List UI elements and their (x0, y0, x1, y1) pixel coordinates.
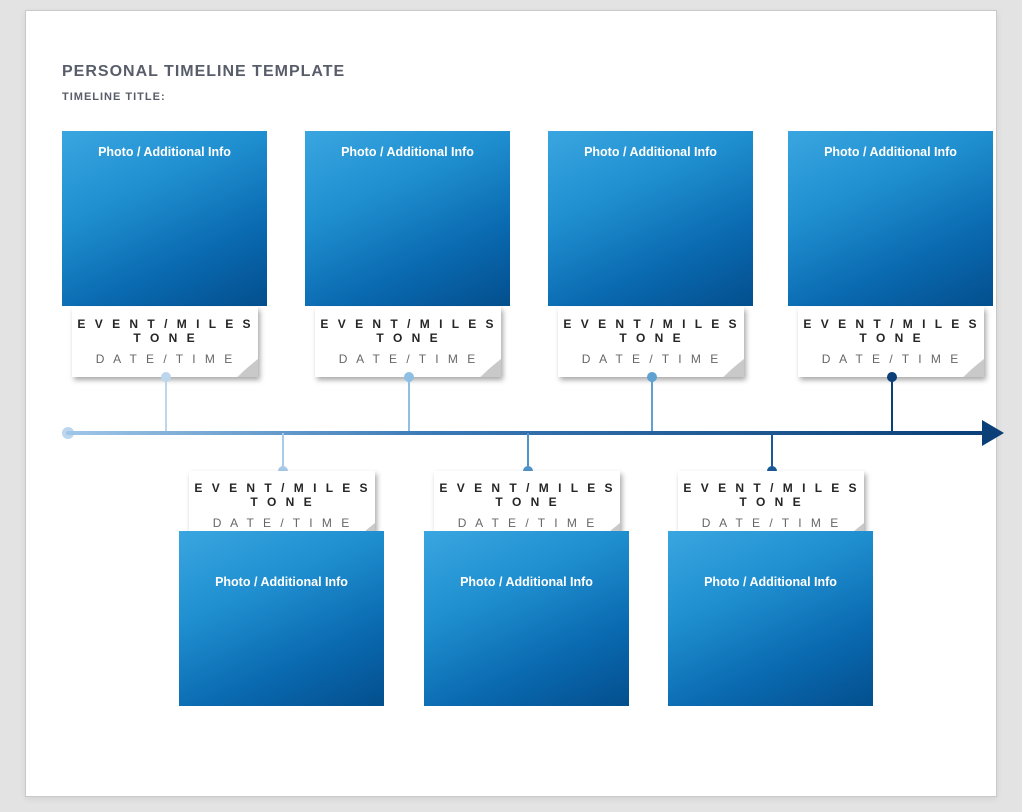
event-note: E V E N T / M I L E S T O N E D A T E / … (558, 307, 744, 377)
event-note: E V E N T / M I L E S T O N E D A T E / … (72, 307, 258, 377)
photo-info-label: Photo / Additional Info (424, 575, 629, 589)
photo-info-label: Photo / Additional Info (548, 145, 753, 159)
arrow-right-icon (982, 420, 1004, 446)
date-label: D A T E / T I M E (678, 516, 864, 530)
photo-card: Photo / Additional Info (668, 531, 873, 706)
photo-card: Photo / Additional Info (305, 131, 510, 306)
photo-info-label: Photo / Additional Info (179, 575, 384, 589)
event-note: E V E N T / M I L E S T O N E D A T E / … (798, 307, 984, 377)
event-label: E V E N T / M I L E S T O N E (434, 481, 620, 509)
title-block: PERSONAL TIMELINE TEMPLATE TIMELINE TITL… (62, 63, 345, 103)
date-label: D A T E / T I M E (189, 516, 375, 530)
timeline-axis (66, 431, 986, 435)
photo-card: Photo / Additional Info (179, 531, 384, 706)
photo-info-label: Photo / Additional Info (668, 575, 873, 589)
page-title: PERSONAL TIMELINE TEMPLATE (62, 63, 345, 81)
photo-card: Photo / Additional Info (424, 531, 629, 706)
date-label: D A T E / T I M E (434, 516, 620, 530)
event-label: E V E N T / M I L E S T O N E (558, 317, 744, 345)
timeline-title-label: TIMELINE TITLE: (62, 91, 345, 103)
document-page: PERSONAL TIMELINE TEMPLATE TIMELINE TITL… (25, 10, 997, 797)
photo-info-label: Photo / Additional Info (62, 145, 267, 159)
event-label: E V E N T / M I L E S T O N E (315, 317, 501, 345)
photo-card: Photo / Additional Info (788, 131, 993, 306)
timeline-connector (408, 377, 410, 433)
photo-card: Photo / Additional Info (62, 131, 267, 306)
timeline-connector (771, 433, 773, 471)
timeline-connector (527, 433, 529, 471)
timeline-connector (282, 433, 284, 471)
date-label: D A T E / T I M E (315, 352, 501, 366)
timeline-connector (651, 377, 653, 433)
date-label: D A T E / T I M E (72, 352, 258, 366)
event-label: E V E N T / M I L E S T O N E (189, 481, 375, 509)
event-label: E V E N T / M I L E S T O N E (678, 481, 864, 509)
photo-card: Photo / Additional Info (548, 131, 753, 306)
event-label: E V E N T / M I L E S T O N E (798, 317, 984, 345)
timeline-connector (165, 377, 167, 433)
event-label: E V E N T / M I L E S T O N E (72, 317, 258, 345)
date-label: D A T E / T I M E (798, 352, 984, 366)
photo-info-label: Photo / Additional Info (788, 145, 993, 159)
event-note: E V E N T / M I L E S T O N E D A T E / … (315, 307, 501, 377)
date-label: D A T E / T I M E (558, 352, 744, 366)
timeline-connector (891, 377, 893, 433)
photo-info-label: Photo / Additional Info (305, 145, 510, 159)
